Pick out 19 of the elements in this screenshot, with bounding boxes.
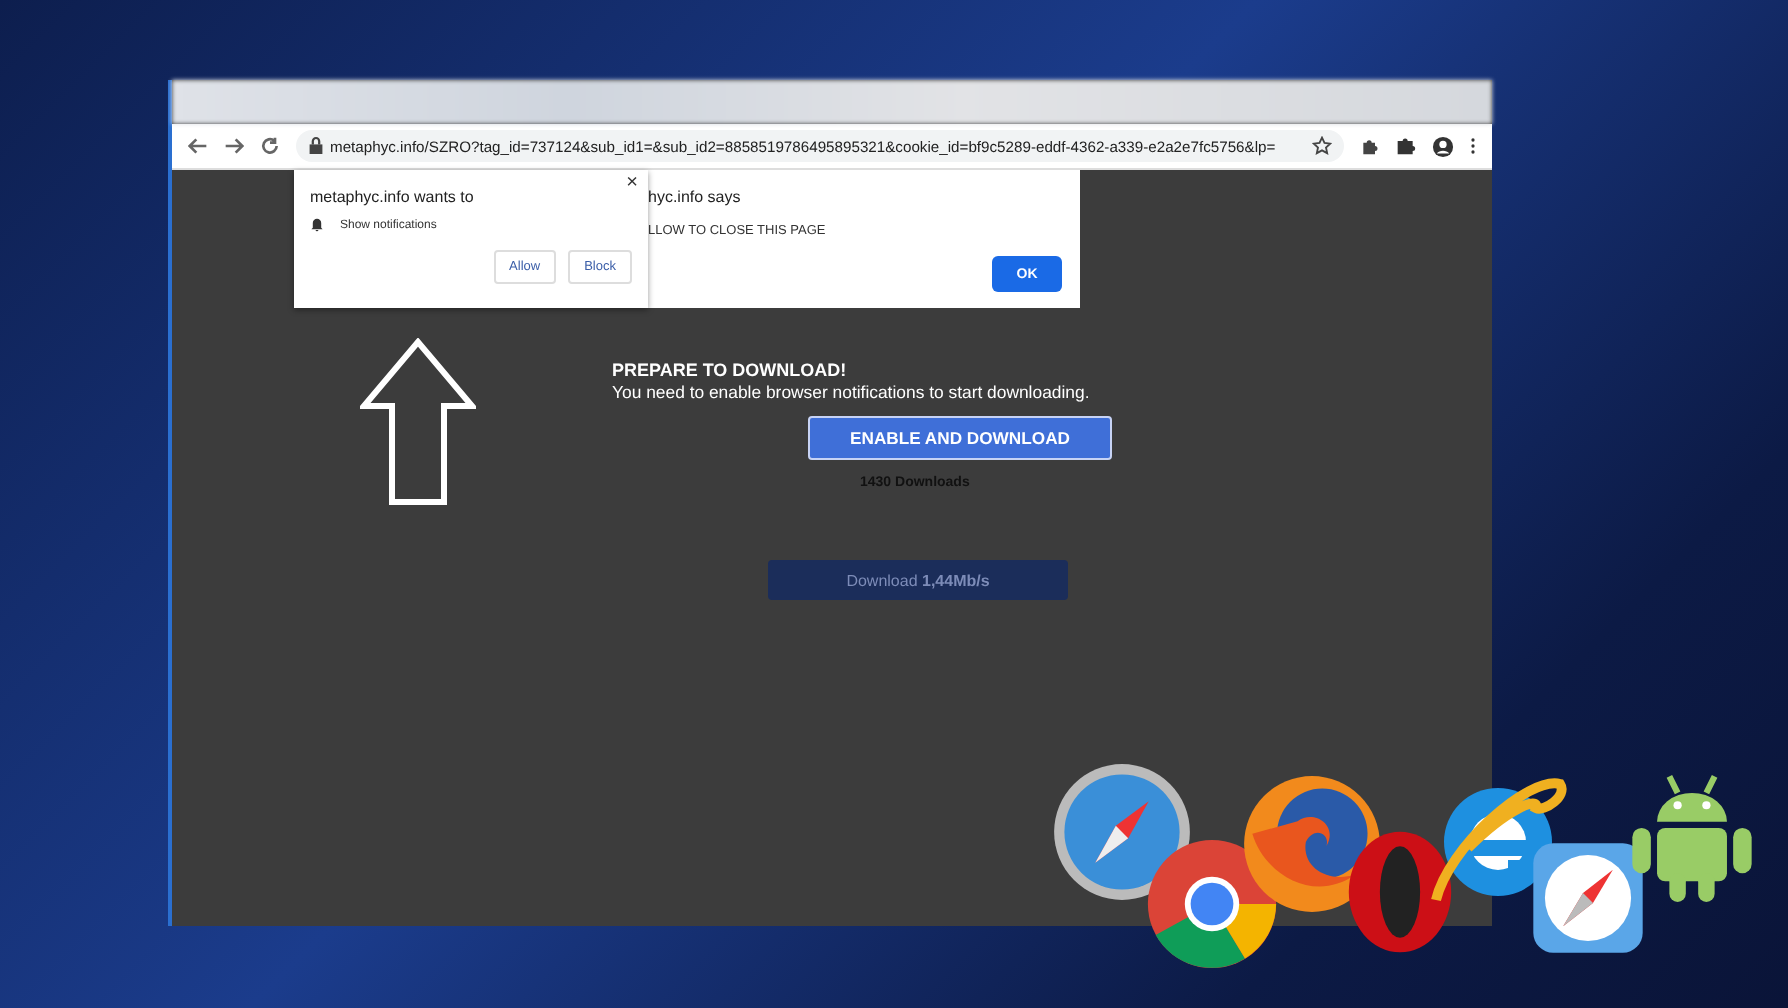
page-subtext: You need to enable browser notifications to start downloading. bbox=[612, 382, 1090, 402]
lock-icon bbox=[308, 136, 324, 156]
enable-download-button[interactable]: ENABLE AND DOWNLOAD bbox=[808, 416, 1112, 460]
star-icon[interactable] bbox=[1312, 136, 1332, 156]
menu-icon[interactable] bbox=[1470, 136, 1476, 156]
back-arrow-icon[interactable] bbox=[188, 136, 208, 156]
forward-arrow-icon[interactable] bbox=[224, 136, 244, 156]
puzzle-icon[interactable] bbox=[1396, 136, 1416, 156]
page-heading: PREPARE TO DOWNLOAD! bbox=[612, 360, 847, 380]
compass-tile-icon bbox=[1530, 840, 1646, 956]
bell-icon bbox=[310, 218, 324, 232]
alert-title: hyc.info says bbox=[648, 188, 743, 206]
reload-icon[interactable] bbox=[260, 136, 280, 156]
profile-icon[interactable] bbox=[1432, 135, 1454, 157]
safari-compass-icon bbox=[1050, 760, 1194, 904]
download-speed-bar[interactable]: Download 1,44Mb/s bbox=[768, 560, 1068, 600]
prompt-title: metaphyc.info wants to bbox=[310, 188, 476, 206]
close-button[interactable]: × bbox=[626, 172, 638, 194]
extension-icon[interactable] bbox=[1360, 136, 1380, 156]
